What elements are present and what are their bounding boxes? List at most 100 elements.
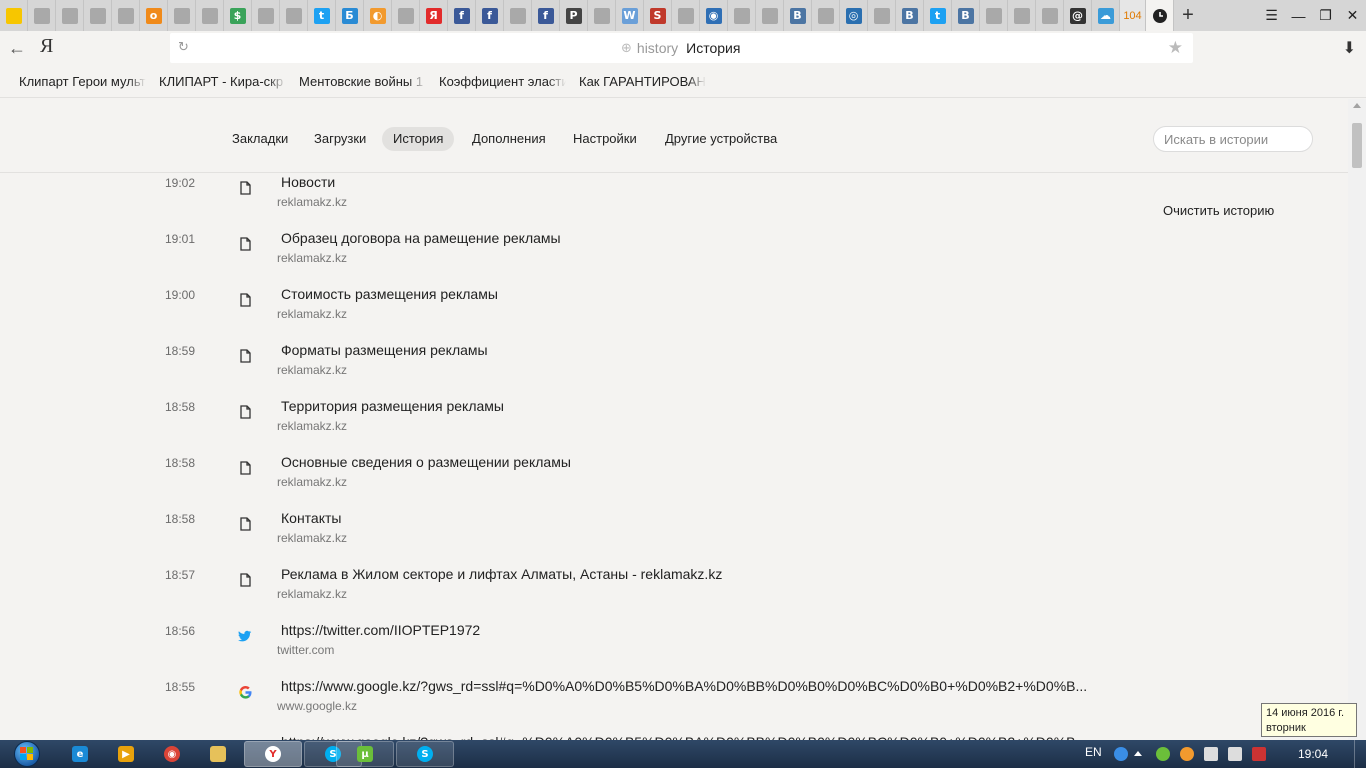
history-row[interactable]: 18:58 Территория размещения рекламы reklam… — [0, 398, 1140, 454]
history-row[interactable]: 18:58 Контакты reklamakz.kz — [0, 510, 1140, 566]
history-row[interactable]: 18:59 Форматы размещения рекламы reklamakz… — [0, 342, 1140, 398]
browser-tab[interactable]: t — [308, 0, 336, 31]
language-indicator[interactable]: EN — [1085, 745, 1102, 759]
browser-tab[interactable]: о — [140, 0, 168, 31]
history-title-link[interactable]: Стоимость размещения рекламы — [281, 286, 498, 302]
browser-tab[interactable] — [1008, 0, 1036, 31]
address-text[interactable]: ⊕ history История — [621, 40, 740, 56]
taskbar-media-player[interactable]: ▶ — [106, 741, 146, 767]
browser-tab[interactable] — [392, 0, 420, 31]
browser-tab[interactable] — [504, 0, 532, 31]
browser-tab[interactable]: S — [644, 0, 672, 31]
browser-tab[interactable] — [0, 0, 28, 31]
history-row[interactable]: 18:56 https://twitter.com/IIOPTEP1972 twit… — [0, 622, 1140, 678]
show-desktop-button[interactable] — [1354, 740, 1366, 768]
address-bar[interactable]: ↻ ⊕ history История ★ — [170, 33, 1193, 63]
menu-icon[interactable]: ☰ — [1258, 0, 1285, 31]
browser-tab[interactable] — [168, 0, 196, 31]
history-row[interactable]: 19:00 Стоимость размещения рекламы reklama… — [0, 286, 1140, 342]
start-button[interactable] — [8, 740, 46, 768]
browser-tab[interactable]: Б — [336, 0, 364, 31]
browser-tab[interactable]: В — [952, 0, 980, 31]
minimize-button[interactable]: — — [1285, 0, 1312, 31]
reload-icon[interactable]: ↻ — [178, 39, 189, 55]
browser-tab[interactable]: t — [924, 0, 952, 31]
browser-tab[interactable] — [56, 0, 84, 31]
close-button[interactable]: ✕ — [1339, 0, 1366, 31]
browser-tab[interactable] — [728, 0, 756, 31]
browser-tab[interactable] — [756, 0, 784, 31]
nav-bookmarks[interactable]: Закладки — [221, 127, 299, 151]
browser-tab[interactable] — [252, 0, 280, 31]
history-title-link[interactable]: Территория размещения рекламы — [281, 398, 504, 414]
history-title-link[interactable]: Реклама в Жилом секторе и лифтах Алматы,… — [281, 566, 722, 582]
tray-app-icon[interactable] — [1156, 747, 1170, 761]
clear-history-link[interactable]: Очистить историю — [1163, 203, 1274, 218]
back-arrow-icon[interactable]: ← — [6, 37, 28, 59]
browser-tab[interactable] — [812, 0, 840, 31]
browser-tab[interactable] — [84, 0, 112, 31]
browser-tab[interactable] — [196, 0, 224, 31]
network-icon[interactable] — [1252, 747, 1266, 761]
history-title-link[interactable]: Образец договора на рамещение рекламы — [281, 230, 561, 246]
bookmark-item[interactable]: Как ГАРАНТИРОВАН — [579, 74, 706, 89]
browser-tab[interactable]: В — [784, 0, 812, 31]
taskbar-clock[interactable]: 19:04 — [1298, 747, 1328, 761]
scroll-thumb[interactable] — [1352, 123, 1362, 168]
history-title-link[interactable]: https://twitter.com/IIOPTEP1972 — [281, 622, 480, 638]
tray-device-icon[interactable] — [1204, 747, 1218, 761]
browser-tab[interactable] — [588, 0, 616, 31]
history-row[interactable]: 19:02 Новости reklamakz.kz — [0, 174, 1140, 230]
history-row[interactable]: 18:58 Основные сведения о размещении рекл… — [0, 454, 1140, 510]
browser-tab[interactable]: ◉ — [700, 0, 728, 31]
browser-tab[interactable]: ☁ — [1092, 0, 1120, 31]
browser-tab[interactable] — [980, 0, 1008, 31]
browser-tab[interactable] — [672, 0, 700, 31]
bookmark-item[interactable]: КЛИПАРТ - Кира-скр — [159, 74, 286, 89]
browser-tab[interactable]: ◎ — [840, 0, 868, 31]
taskbar-utorrent[interactable]: µ — [336, 741, 394, 767]
nav-downloads[interactable]: Загрузки — [303, 127, 377, 151]
browser-tab[interactable]: f — [448, 0, 476, 31]
browser-tab[interactable]: Я — [420, 0, 448, 31]
browser-tab[interactable]: @ — [1064, 0, 1092, 31]
history-search-input[interactable] — [1153, 126, 1313, 152]
browser-tab[interactable]: В — [896, 0, 924, 31]
bookmark-item[interactable]: Коэффициент эласти — [439, 74, 566, 89]
history-row[interactable]: 18:55 https://www.google.kz/?gws_rd=ssl#q… — [0, 678, 1140, 734]
history-title-link[interactable]: Новости — [281, 174, 335, 190]
browser-tab[interactable]: $ — [224, 0, 252, 31]
download-icon[interactable]: ⬇ — [1343, 38, 1356, 58]
nav-extensions[interactable]: Дополнения — [461, 127, 557, 151]
new-tab-button[interactable]: + — [1174, 0, 1202, 31]
taskbar-yandex-browser[interactable]: Y — [244, 741, 302, 767]
browser-tab[interactable]: ◐ — [364, 0, 392, 31]
scroll-up-arrow-icon[interactable] — [1353, 103, 1361, 108]
help-icon[interactable] — [1114, 747, 1128, 761]
taskbar-chrome[interactable]: ◉ — [152, 741, 192, 767]
tab-history[interactable] — [1146, 0, 1174, 31]
browser-tab[interactable] — [28, 0, 56, 31]
history-title-link[interactable]: Основные сведения о размещении рекламы — [281, 454, 571, 470]
nav-settings[interactable]: Настройки — [562, 127, 648, 151]
nav-other-devices[interactable]: Другие устройства — [654, 127, 788, 151]
browser-tab[interactable] — [1036, 0, 1064, 31]
browser-tab[interactable] — [112, 0, 140, 31]
tray-ok-icon[interactable] — [1180, 747, 1194, 761]
history-title-link[interactable]: https://www.google.kz/?gws_rd=ssl#q=%D0%… — [281, 678, 1087, 694]
taskbar-ie[interactable]: e — [60, 741, 100, 767]
history-row[interactable]: 18:57 Реклама в Жилом секторе и лифтах Ал… — [0, 566, 1140, 622]
browser-tab[interactable] — [280, 0, 308, 31]
scrollbar[interactable] — [1348, 99, 1366, 740]
bookmark-item[interactable]: Ментовские войны 1 — [299, 74, 426, 89]
history-title-link[interactable]: Контакты — [281, 510, 341, 526]
history-title-link[interactable]: Форматы размещения рекламы — [281, 342, 488, 358]
browser-tab[interactable]: W — [616, 0, 644, 31]
tab-count-badge[interactable]: 104 — [1120, 0, 1146, 31]
browser-tab[interactable]: f — [532, 0, 560, 31]
volume-icon[interactable] — [1228, 747, 1242, 761]
yandex-logo[interactable]: Я — [40, 35, 53, 58]
taskbar-explorer[interactable] — [198, 741, 238, 767]
browser-tab[interactable] — [868, 0, 896, 31]
history-row[interactable]: 19:01 Образец договора на рамещение рекла… — [0, 230, 1140, 286]
